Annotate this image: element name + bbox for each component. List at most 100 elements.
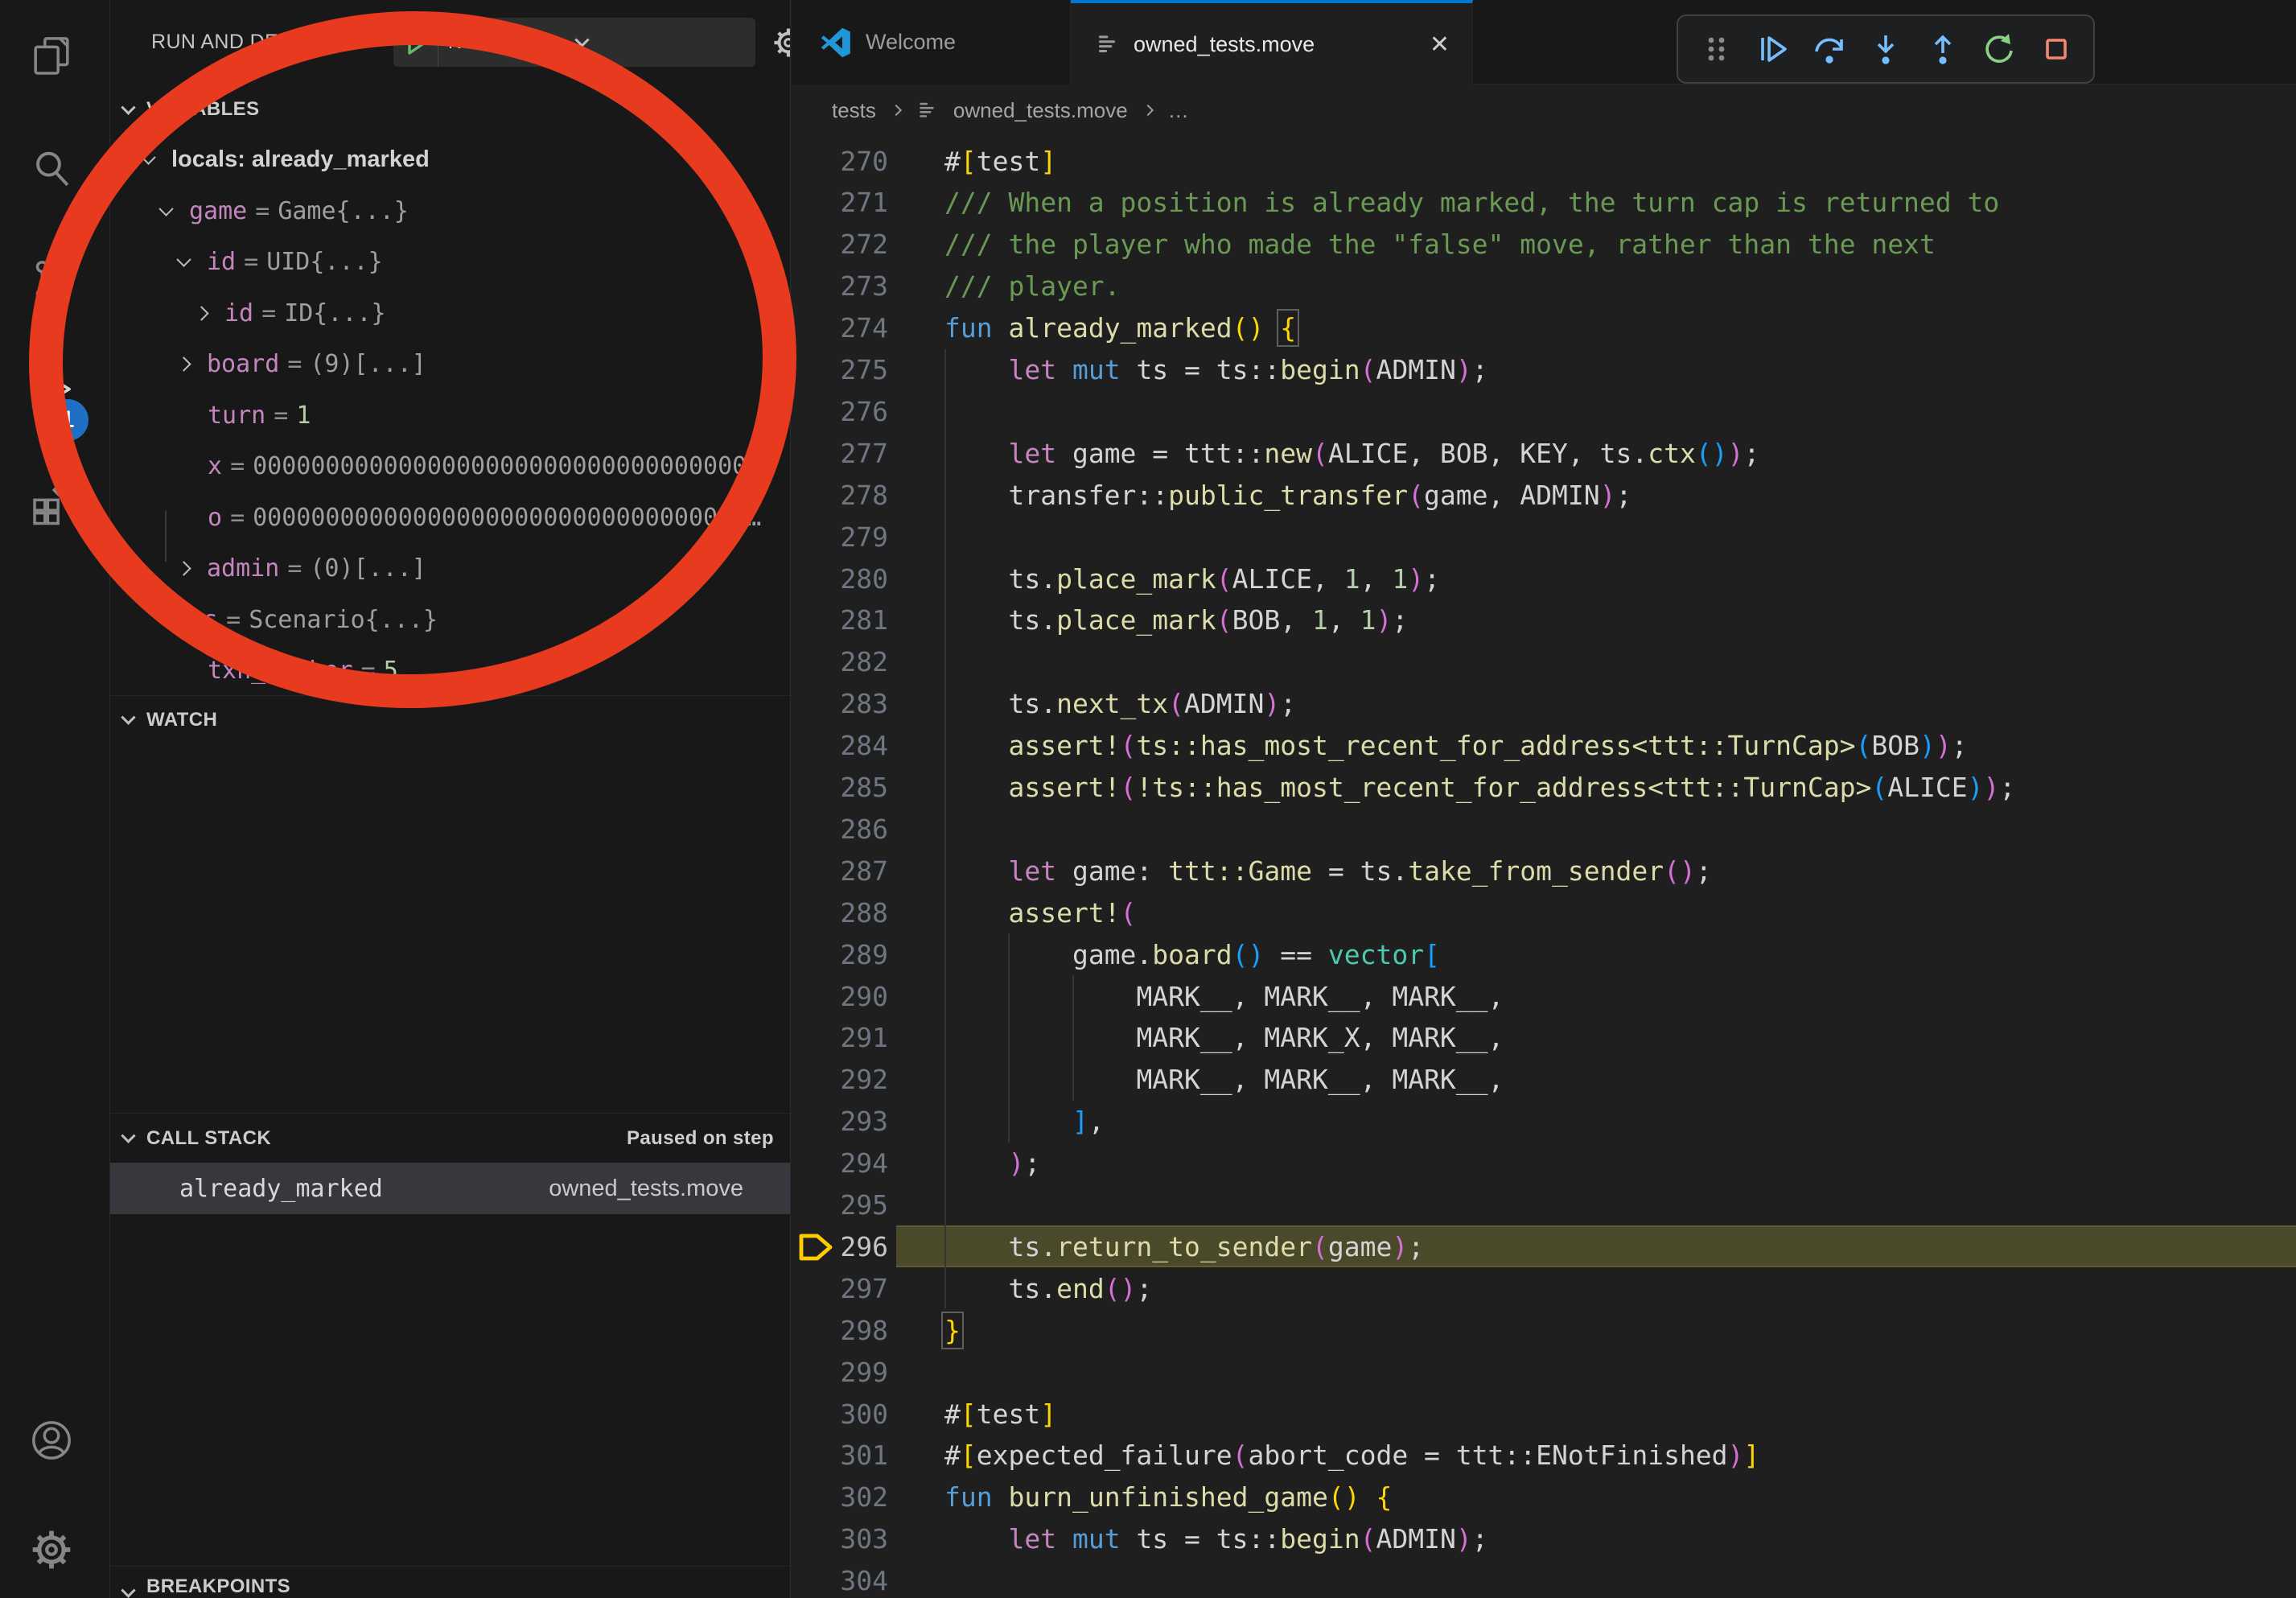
variable-row[interactable]: id=UID{...} — [110, 237, 790, 288]
line-number: 277 — [792, 438, 888, 469]
variable-value: ID{...} — [284, 299, 385, 327]
variables-section-header[interactable]: VARIABLES — [110, 84, 790, 134]
code-line: 276 — [792, 390, 2296, 432]
code-line: 278transfer::public_transfer(game, ADMIN… — [792, 474, 2296, 516]
call-stack-section-header[interactable]: CALL STACK Paused on step — [110, 1113, 790, 1163]
code-line: 299 — [792, 1351, 2296, 1393]
equals-sign: = — [274, 402, 288, 430]
tab-welcome[interactable]: Welcome — [792, 0, 1071, 84]
code-line: 272/// the player who made the "false" m… — [792, 224, 2296, 266]
tab-label: Welcome — [866, 30, 956, 55]
variable-value: 5 — [384, 657, 398, 685]
chevron-down-icon — [158, 201, 173, 216]
variable-name: ts — [189, 606, 218, 634]
step-out-button[interactable] — [1924, 30, 1962, 68]
variable-row[interactable]: turn=1 — [110, 390, 790, 442]
breadcrumb[interactable]: tests owned_tests.move … — [792, 85, 2296, 135]
config-dropdown-label: No Configurations — [448, 31, 575, 54]
variable-row[interactable]: ts=Scenario{...} — [110, 595, 790, 646]
source-control-icon[interactable] — [29, 257, 74, 303]
line-number: 295 — [792, 1189, 888, 1221]
variable-name: x — [208, 452, 222, 480]
call-stack-frame-row[interactable]: already_marked owned_tests.move — [110, 1163, 790, 1214]
line-number: 291 — [792, 1022, 888, 1053]
code-line: 292MARK__, MARK__, MARK__, — [792, 1059, 2296, 1101]
stop-button[interactable] — [2037, 30, 2076, 68]
code-line: 293], — [792, 1101, 2296, 1143]
drag-handle-icon[interactable] — [1697, 30, 1735, 68]
variable-row[interactable]: x=0000000000000000000000000000000000… — [110, 441, 790, 492]
chevron-down-icon — [121, 1583, 135, 1597]
call-stack-header-label: CALL STACK — [146, 1127, 271, 1150]
code-line: 280ts.place_mark(ALICE, 1, 1); — [792, 558, 2296, 599]
line-number: 298 — [792, 1315, 888, 1346]
close-icon[interactable]: ✕ — [1430, 31, 1450, 59]
code-line: 304 — [792, 1560, 2296, 1598]
watch-section-header[interactable]: WATCH — [110, 695, 790, 743]
code-line: 291MARK__, MARK_X, MARK__, — [792, 1017, 2296, 1059]
variable-row[interactable]: id=ID{...} — [110, 288, 790, 340]
code-line: 300#[test] — [792, 1393, 2296, 1435]
watch-header-label: WATCH — [146, 709, 217, 731]
breadcrumb-item-symbol[interactable]: … — [1168, 98, 1189, 123]
variable-name: txn_number — [208, 657, 353, 685]
variables-scope-row[interactable]: locals: already_marked — [110, 134, 790, 186]
variable-name: board — [207, 350, 279, 378]
settings-gear-icon[interactable] — [29, 1527, 74, 1572]
run-and-debug-panel: RUN AND DEBUG No Configurations ··· VARI… — [110, 0, 791, 1598]
code-line: 303let mut ts = ts::begin(ADMIN); — [792, 1518, 2296, 1560]
restart-button[interactable] — [1980, 30, 2018, 68]
breakpoints-section-header[interactable]: BREAKPOINTS — [110, 1566, 790, 1598]
code-line: 283ts.next_tx(ADMIN); — [792, 683, 2296, 725]
chevron-down-icon — [176, 253, 191, 267]
code-line: 297ts.end(); — [792, 1267, 2296, 1309]
frame-function-name: already_marked — [179, 1175, 383, 1203]
code-line: 295 — [792, 1184, 2296, 1226]
chevron-right-icon — [1142, 105, 1154, 116]
move-file-icon — [1095, 32, 1119, 56]
breadcrumb-item-tests[interactable]: tests — [832, 98, 876, 123]
breadcrumb-item-file[interactable]: owned_tests.move — [953, 98, 1128, 123]
line-number: 299 — [792, 1357, 888, 1388]
variable-row[interactable]: admin=(0)[...] — [110, 543, 790, 595]
code-line: 284assert!(ts::has_most_recent_for_addre… — [792, 725, 2296, 767]
code-line: 287let game: ttt::Game = ts.take_from_se… — [792, 850, 2296, 892]
search-icon[interactable] — [29, 146, 74, 192]
line-number: 279 — [792, 521, 888, 553]
account-icon[interactable] — [29, 1418, 74, 1463]
variable-row[interactable]: board=(9)[...] — [110, 339, 790, 390]
code-editor[interactable]: 270#[test]271/// When a position is alre… — [792, 135, 2296, 1598]
line-number: 280 — [792, 563, 888, 595]
line-number: 300 — [792, 1398, 888, 1430]
step-over-button[interactable] — [1810, 30, 1849, 68]
variable-row[interactable]: o=0000000000000000000000000000000000… — [110, 492, 790, 544]
code-line: 273/// player. — [792, 266, 2296, 307]
start-debug-button[interactable] — [393, 18, 438, 67]
variable-row[interactable]: txn_number=5 — [110, 645, 790, 697]
debug-settings-gear-icon[interactable] — [772, 26, 791, 60]
code-line: 301#[expected_failure(abort_code = ttt::… — [792, 1435, 2296, 1477]
code-line: 286 — [792, 808, 2296, 850]
equals-sign: = — [230, 504, 245, 532]
line-number: 278 — [792, 480, 888, 511]
equals-sign: = — [226, 606, 241, 634]
variable-row[interactable]: game=Game{...} — [110, 186, 790, 237]
chevron-right-icon — [891, 105, 902, 116]
debug-config-dropdown[interactable]: No Configurations — [393, 18, 755, 67]
line-number: 284 — [792, 730, 888, 761]
paused-status-badge: Paused on step — [627, 1127, 774, 1150]
continue-button[interactable] — [1753, 30, 1792, 68]
equals-sign: = — [230, 452, 245, 480]
step-into-button[interactable] — [1866, 30, 1905, 68]
extensions-icon[interactable] — [29, 481, 74, 526]
line-number: 282 — [792, 646, 888, 678]
line-number: 276 — [792, 396, 888, 427]
explorer-icon[interactable] — [29, 34, 74, 79]
equals-sign: = — [255, 197, 270, 225]
code-line: 302fun burn_unfinished_game() { — [792, 1477, 2296, 1518]
line-number: 304 — [792, 1565, 888, 1596]
code-line: 279 — [792, 516, 2296, 558]
variable-value: (9)[...] — [310, 350, 426, 378]
code-line: 271/// When a position is already marked… — [792, 182, 2296, 224]
tab-owned-tests-move[interactable]: owned_tests.move ✕ — [1071, 0, 1473, 85]
